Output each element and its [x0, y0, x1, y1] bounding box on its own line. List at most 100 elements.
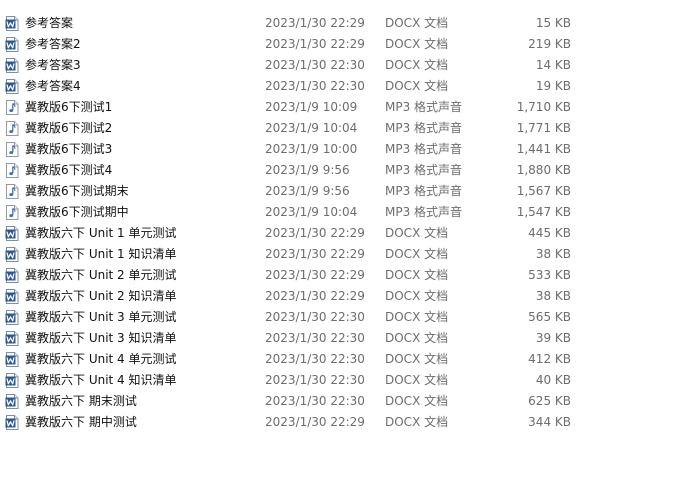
file-row[interactable]: 冀教版六下 Unit 2 单元测试 2023/1/30 22:29 DOCX 文档 5… — [0, 265, 693, 286]
word-document-icon — [5, 79, 19, 94]
file-type: DOCX 文档 — [385, 289, 449, 303]
file-date-modified: 2023/1/30 22:30 — [265, 394, 365, 408]
file-type: MP3 格式声音 — [385, 100, 463, 114]
file-row[interactable]: 冀教版六下 期中测试 2023/1/30 22:29 DOCX 文档 344 KB — [0, 412, 693, 433]
word-document-icon — [5, 16, 19, 31]
file-date-modified: 2023/1/9 10:04 — [265, 121, 358, 135]
file-type: DOCX 文档 — [385, 310, 449, 324]
file-size: 1,771 KB — [516, 121, 571, 135]
audio-file-icon — [5, 142, 19, 157]
file-date-modified: 2023/1/30 22:29 — [265, 16, 365, 30]
file-row[interactable]: 冀教版六下 Unit 2 知识清单 2023/1/30 22:29 DOCX 文档 3… — [0, 286, 693, 307]
file-type: DOCX 文档 — [385, 16, 449, 30]
file-size: 219 KB — [528, 37, 571, 51]
file-type: DOCX 文档 — [385, 373, 449, 387]
file-size: 1,880 KB — [516, 163, 571, 177]
file-type: DOCX 文档 — [385, 37, 449, 51]
word-document-icon — [5, 373, 19, 388]
word-document-icon — [5, 352, 19, 367]
file-type: DOCX 文档 — [385, 415, 449, 429]
file-row[interactable]: 冀教版六下 Unit 4 知识清单 2023/1/30 22:30 DOCX 文档 4… — [0, 370, 693, 391]
file-size: 1,547 KB — [516, 205, 571, 219]
file-row[interactable]: 冀教版6下测试4 2023/1/9 9:56 MP3 格式声音 1,880 KB — [0, 160, 693, 181]
file-date-modified: 2023/1/9 9:56 — [265, 163, 350, 177]
file-date-modified: 2023/1/30 22:30 — [265, 310, 365, 324]
file-row[interactable]: 冀教版6下测试期末 2023/1/9 9:56 MP3 格式声音 1,567 KB — [0, 181, 693, 202]
file-name: 冀教版六下 期中测试 — [25, 415, 137, 429]
file-row[interactable]: 参考答案4 2023/1/30 22:30 DOCX 文档 19 KB — [0, 76, 693, 97]
file-date-modified: 2023/1/30 22:30 — [265, 79, 365, 93]
file-row[interactable]: 冀教版6下测试2 2023/1/9 10:04 MP3 格式声音 1,771 KB — [0, 118, 693, 139]
word-document-icon — [5, 289, 19, 304]
file-row[interactable]: 冀教版六下 Unit 1 知识清单 2023/1/30 22:29 DOCX 文档 3… — [0, 244, 693, 265]
file-size: 533 KB — [528, 268, 571, 282]
word-document-icon — [5, 58, 19, 73]
file-name: 冀教版6下测试4 — [25, 163, 113, 177]
file-type: MP3 格式声音 — [385, 184, 463, 198]
file-row[interactable]: 参考答案 2023/1/30 22:29 DOCX 文档 15 KB — [0, 13, 693, 34]
file-name: 冀教版6下测试期中 — [25, 205, 129, 219]
file-name: 冀教版6下测试期末 — [25, 184, 129, 198]
file-list: 参考答案 2023/1/30 22:29 DOCX 文档 15 KB 参考答案2 2023… — [0, 13, 693, 433]
audio-file-icon — [5, 100, 19, 115]
word-document-icon — [5, 247, 19, 262]
file-date-modified: 2023/1/9 10:09 — [265, 100, 358, 114]
file-date-modified: 2023/1/30 22:29 — [265, 268, 365, 282]
file-name: 冀教版六下 Unit 3 单元测试 — [25, 310, 177, 324]
file-row[interactable]: 冀教版六下 Unit 1 单元测试 2023/1/30 22:29 DOCX 文档 4… — [0, 223, 693, 244]
file-type: DOCX 文档 — [385, 247, 449, 261]
file-row[interactable]: 参考答案3 2023/1/30 22:30 DOCX 文档 14 KB — [0, 55, 693, 76]
file-date-modified: 2023/1/30 22:29 — [265, 415, 365, 429]
file-size: 565 KB — [528, 310, 571, 324]
file-name: 参考答案2 — [25, 37, 81, 51]
file-name: 参考答案 — [25, 16, 74, 30]
file-date-modified: 2023/1/30 22:30 — [265, 331, 365, 345]
file-date-modified: 2023/1/30 22:30 — [265, 373, 365, 387]
file-size: 38 KB — [535, 247, 571, 261]
file-row[interactable]: 参考答案2 2023/1/30 22:29 DOCX 文档 219 KB — [0, 34, 693, 55]
file-row[interactable]: 冀教版六下 Unit 3 单元测试 2023/1/30 22:30 DOCX 文档 5… — [0, 307, 693, 328]
file-type: DOCX 文档 — [385, 268, 449, 282]
file-row[interactable]: 冀教版六下 Unit 4 单元测试 2023/1/30 22:30 DOCX 文档 4… — [0, 349, 693, 370]
file-date-modified: 2023/1/30 22:29 — [265, 289, 365, 303]
file-name: 冀教版6下测试1 — [25, 100, 113, 114]
file-type: DOCX 文档 — [385, 331, 449, 345]
file-size: 445 KB — [528, 226, 571, 240]
file-row[interactable]: 冀教版6下测试期中 2023/1/9 10:04 MP3 格式声音 1,547 KB — [0, 202, 693, 223]
audio-file-icon — [5, 121, 19, 136]
file-row[interactable]: 冀教版六下 期末测试 2023/1/30 22:30 DOCX 文档 625 KB — [0, 391, 693, 412]
file-size: 1,710 KB — [516, 100, 571, 114]
file-name: 冀教版6下测试3 — [25, 142, 113, 156]
file-name: 冀教版六下 Unit 1 知识清单 — [25, 247, 177, 261]
file-date-modified: 2023/1/30 22:30 — [265, 352, 365, 366]
file-row[interactable]: 冀教版六下 Unit 3 知识清单 2023/1/30 22:30 DOCX 文档 3… — [0, 328, 693, 349]
file-size: 19 KB — [535, 79, 571, 93]
file-name: 冀教版六下 Unit 2 知识清单 — [25, 289, 177, 303]
word-document-icon — [5, 37, 19, 52]
word-document-icon — [5, 394, 19, 409]
file-size: 412 KB — [528, 352, 571, 366]
file-date-modified: 2023/1/9 9:56 — [265, 184, 350, 198]
file-name: 冀教版六下 Unit 1 单元测试 — [25, 226, 177, 240]
file-type: DOCX 文档 — [385, 394, 449, 408]
file-size: 38 KB — [535, 289, 571, 303]
file-type: MP3 格式声音 — [385, 163, 463, 177]
word-document-icon — [5, 268, 19, 283]
file-name: 冀教版六下 期末测试 — [25, 394, 137, 408]
word-document-icon — [5, 310, 19, 325]
file-row[interactable]: 冀教版6下测试3 2023/1/9 10:00 MP3 格式声音 1,441 KB — [0, 139, 693, 160]
audio-file-icon — [5, 205, 19, 220]
file-name: 冀教版六下 Unit 4 单元测试 — [25, 352, 177, 366]
file-name: 冀教版6下测试2 — [25, 121, 113, 135]
file-name: 冀教版六下 Unit 3 知识清单 — [25, 331, 177, 345]
file-type: MP3 格式声音 — [385, 142, 463, 156]
file-type: DOCX 文档 — [385, 226, 449, 240]
file-name: 冀教版六下 Unit 4 知识清单 — [25, 373, 177, 387]
file-date-modified: 2023/1/9 10:04 — [265, 205, 358, 219]
file-row[interactable]: 冀教版6下测试1 2023/1/9 10:09 MP3 格式声音 1,710 KB — [0, 97, 693, 118]
word-document-icon — [5, 415, 19, 430]
file-name: 参考答案3 — [25, 58, 81, 72]
file-size: 1,567 KB — [516, 184, 571, 198]
file-date-modified: 2023/1/30 22:29 — [265, 247, 365, 261]
file-date-modified: 2023/1/9 10:00 — [265, 142, 358, 156]
